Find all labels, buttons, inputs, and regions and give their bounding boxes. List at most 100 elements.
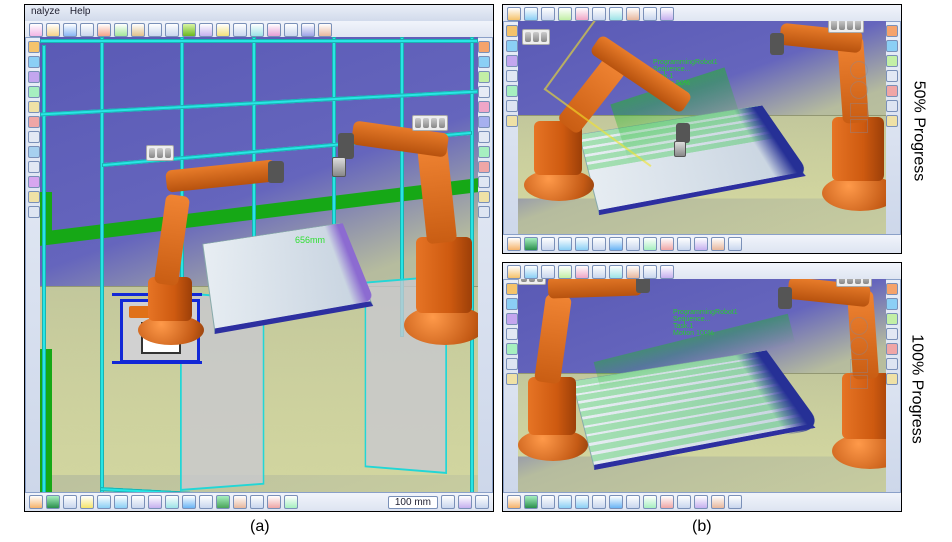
- note-icon[interactable]: [250, 495, 264, 509]
- b-z1-icon[interactable]: [506, 70, 518, 82]
- br-stop-icon[interactable]: [886, 85, 898, 97]
- i4-icon[interactable]: [558, 7, 572, 21]
- i3-icon[interactable]: [541, 265, 555, 279]
- jog-icon[interactable]: [478, 71, 490, 83]
- set-icon[interactable]: [478, 206, 490, 218]
- cap-icon[interactable]: [216, 495, 230, 509]
- b-compass-icon[interactable]: [506, 283, 518, 295]
- undo-icon[interactable]: [148, 23, 162, 37]
- play2-icon[interactable]: [284, 495, 298, 509]
- cap1-icon[interactable]: [28, 206, 40, 218]
- br-play-icon[interactable]: [886, 328, 898, 340]
- b-rec-icon[interactable]: [677, 237, 691, 251]
- link-icon[interactable]: [233, 23, 247, 37]
- copy-icon[interactable]: [114, 23, 128, 37]
- b-z4-icon[interactable]: [506, 373, 518, 385]
- flag-icon[interactable]: [216, 23, 230, 37]
- i7-icon[interactable]: [609, 265, 623, 279]
- iso-icon[interactable]: [63, 495, 77, 509]
- b-rot-icon[interactable]: [506, 313, 518, 325]
- axis-icon[interactable]: [29, 495, 43, 509]
- b-pan-icon[interactable]: [592, 495, 606, 509]
- scale-dropdown-icon[interactable]: [441, 495, 455, 509]
- br-teach-icon[interactable]: [886, 298, 898, 310]
- menu-analyze[interactable]: nalyze: [31, 6, 60, 22]
- cut-icon[interactable]: [97, 23, 111, 37]
- i8-icon[interactable]: [626, 7, 640, 21]
- save-icon[interactable]: [63, 23, 77, 37]
- scale-field[interactable]: 100 mm: [388, 496, 438, 509]
- m3-icon[interactable]: [284, 23, 298, 37]
- b-z2-icon[interactable]: [506, 85, 518, 97]
- b-rot-icon[interactable]: [506, 55, 518, 67]
- b-z2-icon[interactable]: [506, 343, 518, 355]
- i1-icon[interactable]: [507, 265, 521, 279]
- teach-icon[interactable]: [478, 56, 490, 68]
- meas-icon[interactable]: [233, 495, 247, 509]
- br-io-icon[interactable]: [886, 115, 898, 127]
- upd-icon[interactable]: [199, 23, 213, 37]
- b-compass-icon[interactable]: [506, 25, 518, 37]
- play-icon[interactable]: [478, 146, 490, 158]
- br-robot-icon[interactable]: [886, 283, 898, 295]
- paste-icon[interactable]: [131, 23, 145, 37]
- i6-icon[interactable]: [592, 7, 606, 21]
- br-set-icon[interactable]: [886, 358, 898, 370]
- b-fit-icon[interactable]: [506, 298, 518, 310]
- b-zi-icon[interactable]: [558, 495, 572, 509]
- i5-icon[interactable]: [575, 7, 589, 21]
- m1-icon[interactable]: [250, 23, 264, 37]
- zoom-icon[interactable]: [28, 101, 40, 113]
- home-icon[interactable]: [478, 86, 490, 98]
- new-icon[interactable]: [29, 23, 43, 37]
- b-wire-icon[interactable]: [626, 495, 640, 509]
- sim-icon[interactable]: [478, 131, 490, 143]
- i6-icon[interactable]: [592, 265, 606, 279]
- br-path-icon[interactable]: [886, 313, 898, 325]
- menu-help[interactable]: Help: [70, 6, 91, 22]
- fit-icon[interactable]: [28, 56, 40, 68]
- pan-icon[interactable]: [28, 71, 40, 83]
- fitall-icon[interactable]: [80, 495, 94, 509]
- b-o2-icon[interactable]: [711, 237, 725, 251]
- b-o1-icon[interactable]: [694, 237, 708, 251]
- b-z1-icon[interactable]: [506, 328, 518, 340]
- m4-icon[interactable]: [301, 23, 315, 37]
- check-icon[interactable]: [182, 23, 196, 37]
- b-shade-icon[interactable]: [609, 237, 623, 251]
- panv-icon[interactable]: [131, 495, 145, 509]
- i4-icon[interactable]: [558, 265, 572, 279]
- br-io-icon[interactable]: [886, 373, 898, 385]
- m2-icon[interactable]: [267, 23, 281, 37]
- i8-icon[interactable]: [626, 265, 640, 279]
- b-o3-icon[interactable]: [728, 495, 742, 509]
- b-pan-icon[interactable]: [592, 237, 606, 251]
- rotate-icon[interactable]: [28, 86, 40, 98]
- print-icon[interactable]: [80, 23, 94, 37]
- hide-icon[interactable]: [28, 131, 40, 143]
- b-iso-icon[interactable]: [541, 495, 555, 509]
- i2-icon[interactable]: [524, 265, 538, 279]
- grid-icon[interactable]: [165, 495, 179, 509]
- b-world-icon[interactable]: [524, 237, 538, 251]
- redo-icon[interactable]: [165, 23, 179, 37]
- world-icon[interactable]: [46, 495, 60, 509]
- layer-icon[interactable]: [28, 161, 40, 173]
- tree-icon[interactable]: [28, 146, 40, 158]
- mat-icon[interactable]: [28, 176, 40, 188]
- wire-icon[interactable]: [199, 495, 213, 509]
- path-icon[interactable]: [478, 116, 490, 128]
- toolbar-bottom-a[interactable]: 100 mm: [25, 492, 493, 511]
- rec2-icon[interactable]: [267, 495, 281, 509]
- zoomout-icon[interactable]: [114, 495, 128, 509]
- viewport-b1[interactable]: ProgrammingRobot1 Sequence... Task.1 Mot…: [518, 21, 886, 235]
- light-icon[interactable]: [28, 191, 40, 203]
- b-z3-icon[interactable]: [506, 358, 518, 370]
- i10-icon[interactable]: [660, 265, 674, 279]
- toolbar-bottom-b1[interactable]: [503, 234, 901, 253]
- b-play-icon[interactable]: [643, 495, 657, 509]
- br-stop-icon[interactable]: [886, 343, 898, 355]
- br-robot-icon[interactable]: [886, 25, 898, 37]
- b-o3-icon[interactable]: [728, 237, 742, 251]
- i3-icon[interactable]: [541, 7, 555, 21]
